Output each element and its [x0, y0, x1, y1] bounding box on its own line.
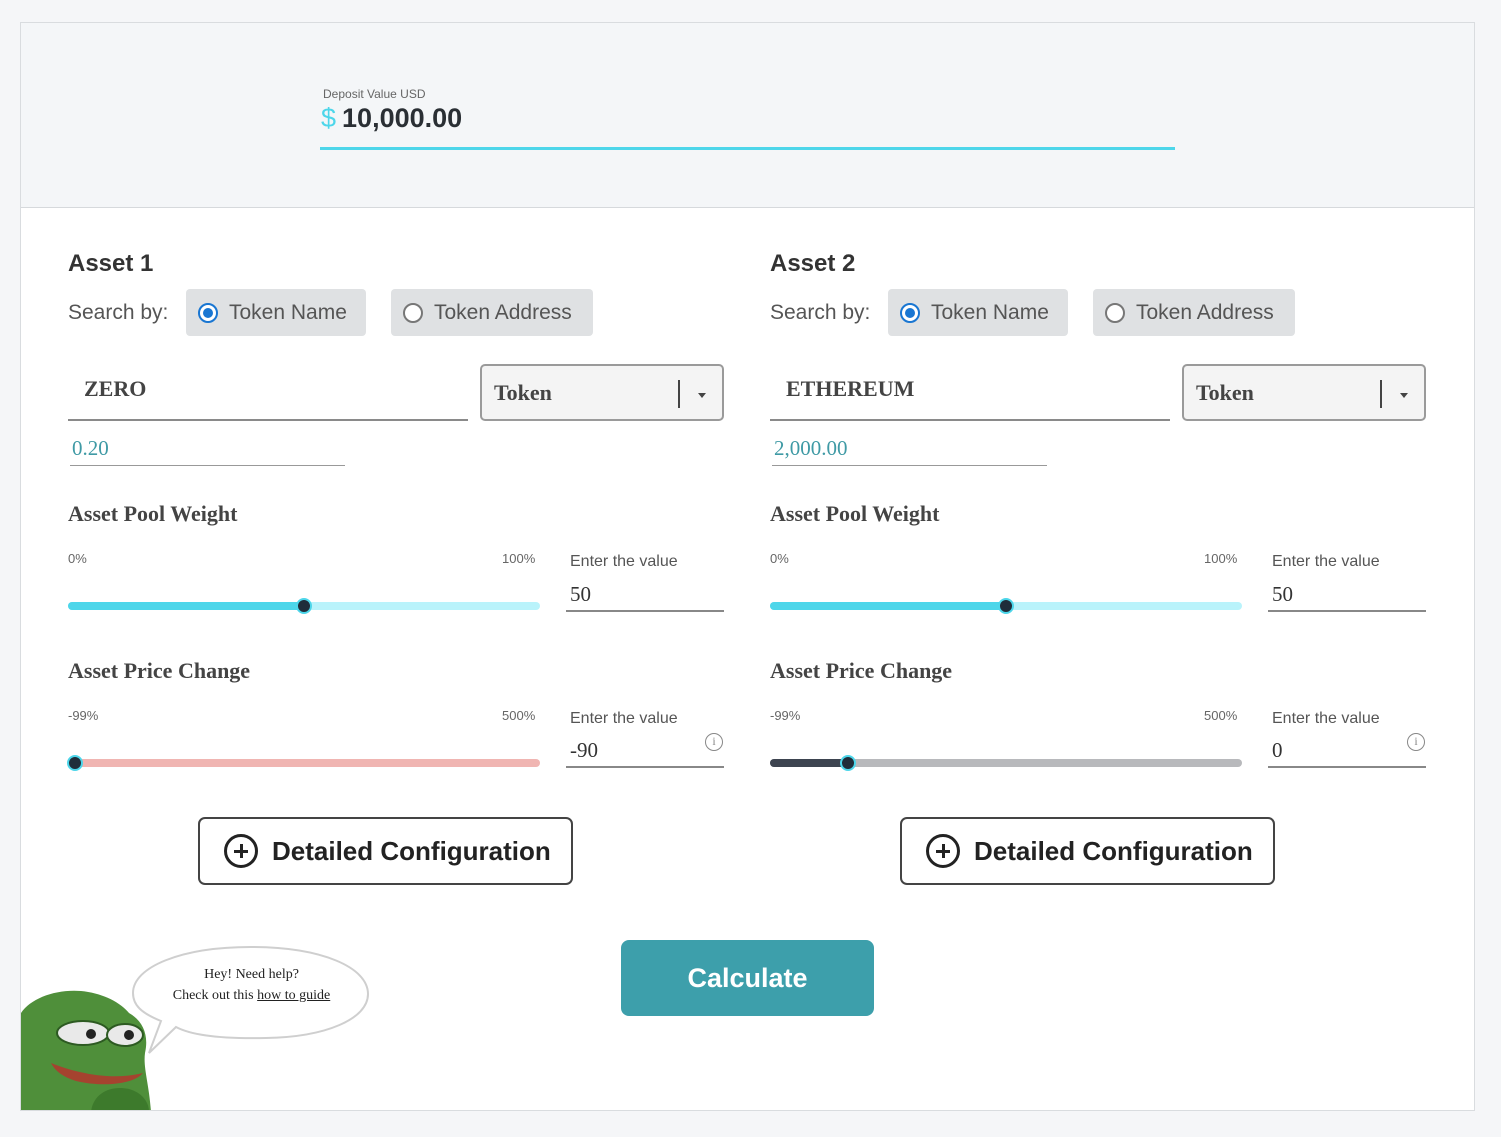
help-line-2-prefix: Check out this — [172, 988, 254, 1003]
frog-mascot — [21, 990, 151, 1110]
help-line-2: Check out this how to guide — [149, 985, 354, 1006]
help-graphics — [21, 945, 370, 1110]
calculator-panel: Deposit Value USD $10,000.00 Asset 1 Sea… — [20, 22, 1475, 1111]
help-line-1: Hey! Need help? — [204, 967, 299, 982]
how-to-guide-link[interactable]: how to guide — [257, 988, 330, 1003]
help-bubble-text: Hey! Need help? Check out this how to gu… — [149, 964, 354, 1006]
